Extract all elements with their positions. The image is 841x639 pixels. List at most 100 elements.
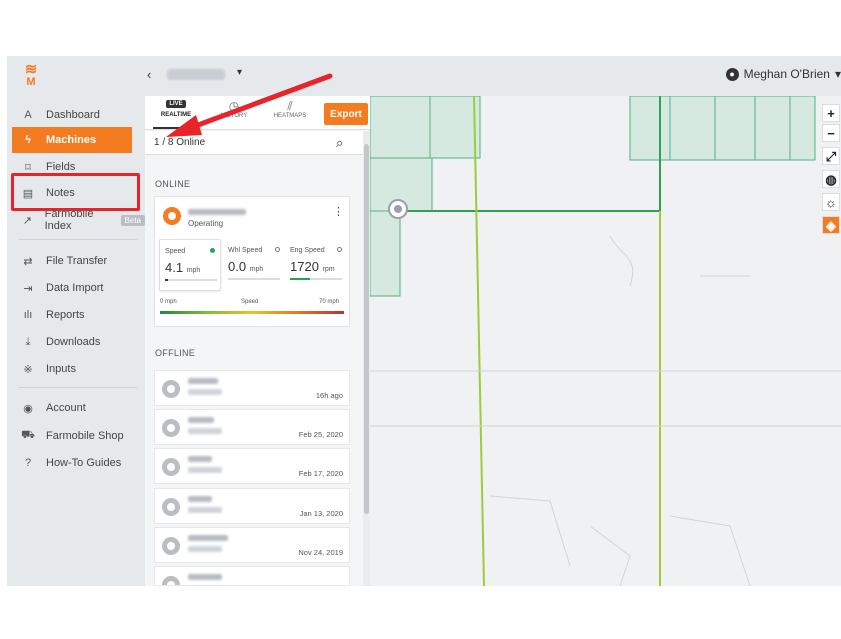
speed-range-min: 0 mph [160,299,177,305]
history-icon: ◷ [228,99,240,113]
offline-machine-card[interactable]: Feb 17, 2020 [154,448,350,484]
machine-status-icon [162,576,180,585]
farm-selector[interactable] [167,69,225,80]
online-count: 1 / 8 Online [154,137,206,148]
stat-unselected-dot [275,247,280,252]
machine-status-icon [162,498,180,516]
sidebar-item-label: How-To Guides [46,457,122,469]
machine-status: Operating [188,219,224,228]
sidebar-item-notes[interactable]: ▤ Notes [7,180,145,206]
map[interactable]: + − ⤢ ◍ ☼ ◈ [369,95,841,586]
farm-dropdown-caret-icon[interactable]: ▾ [237,67,242,78]
fullscreen-icon[interactable]: ⤢ [822,147,840,165]
stat-value: 0.0 mph [228,259,264,274]
offline-machine-card[interactable]: Nov 24, 2019 [154,527,350,563]
road-minor [669,515,751,586]
machine-name [188,535,228,541]
top-bar: ≋ M ‹ ▾ ● Meghan O'Brien ▾ [7,56,841,96]
machine-name [188,417,214,423]
sidebar-item-label: Machines [46,134,97,146]
export-button[interactable]: Export [324,103,368,125]
speed-range-label: Speed [241,299,259,305]
last-seen: Feb 25, 2020 [298,430,343,439]
sidebar-item-account[interactable]: ◉ Account [7,395,145,421]
sidebar-item-file-transfer[interactable]: ⇄ File Transfer [7,248,145,274]
road-minor [609,235,634,287]
machine-status-icon [162,458,180,476]
panel-tabs: LIVE REALTIME ◷ HISTORY ⫽ HEATMAPS Expor… [145,96,370,130]
sidebar-item-dashboard[interactable]: A Dashboard [7,102,145,128]
stat-label: Whl Speed [228,247,263,254]
sidebar: A Dashboard ϟ Machines ⌑ Fields ▤ Notes … [7,96,145,586]
stat-bar [290,278,342,280]
machine-status-icon [162,419,180,437]
road-minor [489,495,571,567]
field-parcel [369,210,401,297]
heatmap-icon: ⫽ [287,99,293,113]
online-machine-card[interactable]: Operating ⋮ Speed 4.1 mph Whl Speed 0.0 … [154,196,350,327]
sidebar-item-label: Account [46,402,86,414]
sidebar-item-how-to-guides[interactable]: ? How-To Guides [7,450,145,476]
offline-machine-card[interactable] [154,566,350,586]
zoom-in-button[interactable]: + [822,104,840,122]
stat-unselected-dot [337,247,342,252]
field-parcel [629,95,816,161]
sidebar-item-inputs[interactable]: ※ Inputs [7,356,145,382]
sidebar-item-data-import[interactable]: ⇥ Data Import [7,275,145,301]
scrollbar-thumb[interactable] [364,144,369,514]
sidebar-item-machines[interactable]: ϟ Machines [12,127,132,153]
machine-name [188,456,212,462]
offline-machine-card[interactable]: Feb 25, 2020 [154,409,350,445]
more-options-icon[interactable]: ⋮ [333,205,344,218]
sidebar-item-label: Dashboard [46,109,100,121]
notes-icon: ▤ [22,187,34,200]
wheel-speed-stat[interactable]: Whl Speed 0.0 mph [223,239,285,291]
road [473,95,485,586]
engine-speed-stat[interactable]: Eng Speed 1720 rpm [285,239,347,291]
download-icon: ⤓ [25,335,31,348]
beta-badge: Beta [120,214,145,226]
sidebar-item-label: Reports [46,309,85,321]
machine-marker[interactable] [388,199,408,219]
zoom-out-button[interactable]: − [822,124,840,142]
sidebar-divider [19,387,137,388]
sidebar-item-farmobile-index[interactable]: ↗ Farmobile Index Beta [7,207,145,233]
tab-realtime[interactable]: LIVE REALTIME [149,100,203,118]
offline-machine-card[interactable]: 16h ago [154,370,350,406]
offline-machine-card[interactable]: Jan 13, 2020 [154,488,350,524]
machine-status-icon [162,537,180,555]
machine-status-icon [163,207,181,225]
sidebar-divider [19,239,137,240]
tab-history[interactable]: ◷ HISTORY [207,99,261,120]
cart-icon: ⛟ [21,429,35,441]
sun-icon[interactable]: ☼ [822,193,840,211]
sidebar-item-label: File Transfer [46,255,108,267]
fields-icon: ⌑ [25,161,31,174]
user-menu[interactable]: ● Meghan O'Brien ▾ [725,67,841,81]
last-seen: Jan 13, 2020 [299,509,343,518]
sidebar-item-label: Notes [46,187,75,199]
farmobile-logo: ≋ M [19,62,43,90]
sidebar-item-farmobile-shop[interactable]: ⛟ Farmobile Shop [7,423,145,449]
sidebar-item-downloads[interactable]: ⤓ Downloads [7,329,145,355]
search-icon[interactable]: ⌕ [336,135,343,151]
machine-name [188,496,212,502]
sidebar-item-label: Inputs [46,363,76,375]
app-window: ≋ M ‹ ▾ ● Meghan O'Brien ▾ A Dashboard ϟ… [7,56,841,586]
inputs-icon: ※ [23,363,33,376]
user-menu-caret-icon: ▾ [834,67,841,81]
tab-heatmaps[interactable]: ⫽ HEATMAPS [263,99,317,120]
globe-icon[interactable]: ◍ [822,170,840,188]
machine-farm [188,389,222,395]
tab-label: HISTORY [220,113,248,119]
sidebar-item-fields[interactable]: ⌑ Fields [7,154,145,180]
back-chevron-icon[interactable]: ‹ [147,67,151,82]
online-section-header: ONLINE [155,179,191,189]
help-icon: ? [24,457,32,469]
user-avatar-icon: ● [725,67,739,81]
import-icon: ⇥ [23,282,33,295]
sidebar-item-reports[interactable]: ılı Reports [7,302,145,328]
stat-label: Eng Speed [290,247,325,254]
layers-icon[interactable]: ◈ [822,216,840,234]
speed-stat[interactable]: Speed 4.1 mph [159,239,221,291]
